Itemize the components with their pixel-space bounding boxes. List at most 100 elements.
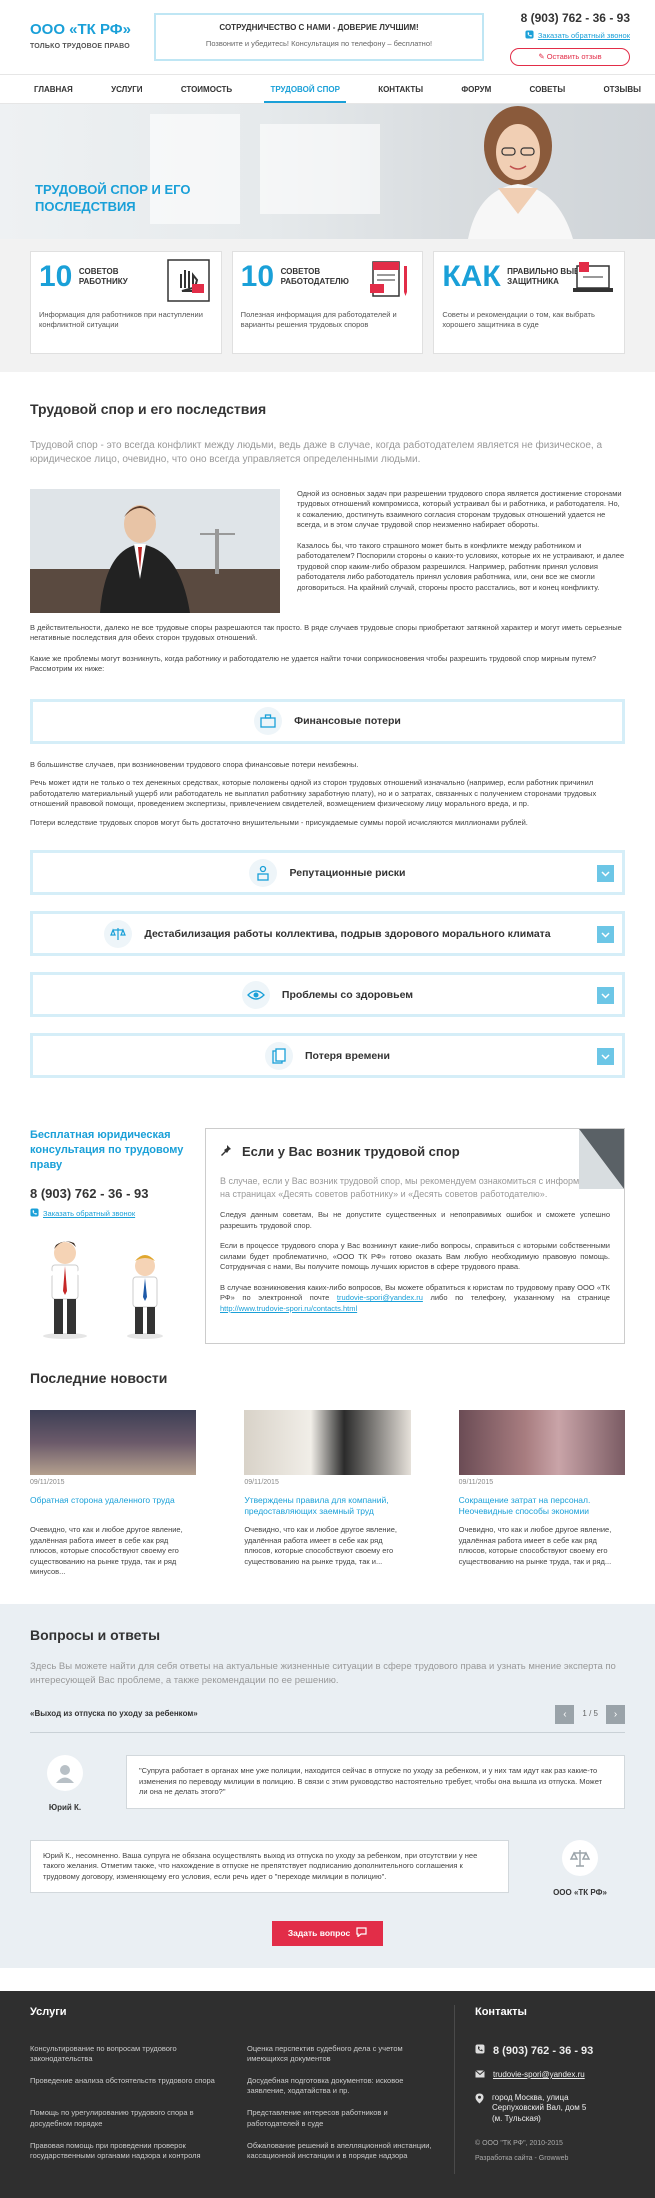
tip-card-lawyer[interactable]: КАК ПРАВИЛЬНО ВЫБРАТЬ ЗАЩИТНИКА Советы и …: [433, 251, 626, 354]
people-illustration: [35, 1240, 163, 1339]
hero-woman-image: [468, 106, 573, 239]
paragraph: Речь может идти не только о тех денежных…: [30, 778, 597, 809]
copyright: © ООО "ТК РФ", 2010-2015: [475, 2139, 563, 2147]
consultation-phone[interactable]: 8 (903) 762 - 36 - 93: [30, 1185, 185, 1203]
document-pen-icon: [370, 261, 408, 297]
review-label: Оставить отзыв: [546, 52, 602, 62]
news-date: 09/11/2015: [30, 1478, 65, 1486]
leave-review-button[interactable]: ✎ Оставить отзыв: [510, 48, 630, 67]
paragraph: В действительности, далеко не все трудов…: [30, 622, 622, 643]
qa-pager: ‹ 1 / 5 ›: [555, 1705, 625, 1725]
footer-service-link[interactable]: Проведение анализа обстоятельств трудово…: [30, 2076, 217, 2096]
prev-arrow-icon[interactable]: ‹: [555, 1705, 575, 1725]
ask-button-wrap: Задать вопрос: [30, 1920, 625, 1947]
ask-question-button[interactable]: Задать вопрос: [271, 1920, 384, 1947]
question-bubble: "Супруга работает в органах мне уже поли…: [126, 1755, 625, 1809]
accordion-title: Дестабилизация работы коллектива, подрыв…: [144, 927, 551, 940]
dispute-advice-box: Если у Вас возник трудовой спор В случае…: [205, 1128, 625, 1344]
accordion-health-problems[interactable]: Проблемы со здоровьем: [30, 972, 625, 1018]
answerer-name: ООО «ТК РФ»: [553, 1887, 607, 1897]
nav-item-home[interactable]: ГЛАВНАЯ: [28, 75, 79, 103]
nav-item-contacts[interactable]: КОНТАКТЫ: [372, 75, 429, 103]
user-icon: [47, 1755, 83, 1792]
pencil-icon: ✎: [538, 52, 545, 62]
chevron-down-icon[interactable]: [597, 987, 614, 1005]
chevron-down-icon[interactable]: [597, 1048, 614, 1066]
accordion-title: Проблемы со здоровьем: [281, 988, 414, 1001]
accordion-financial-losses[interactable]: Финансовые потери: [30, 698, 625, 744]
answerer-avatar: ООО «ТК РФ»: [535, 1839, 625, 1899]
footer-service-link[interactable]: Помощь по урегулированию трудового спора…: [30, 2108, 217, 2128]
nav-item-reviews[interactable]: ОТЗЫВЫ: [597, 75, 647, 103]
promo-title: СОТРУДНИЧЕСТВО С НАМИ - ДОВЕРИЕ ЛУЧШИМ!: [219, 23, 419, 32]
nav-item-services[interactable]: УСЛУГИ: [105, 75, 148, 103]
news-title-link[interactable]: Сокращение затрат на персонал. Неочевидн…: [459, 1495, 625, 1518]
hand-stop-icon: [166, 259, 210, 302]
paragraph: Казалось бы, что такого страшного может …: [297, 540, 625, 592]
footer-services-title: Услуги: [30, 2006, 67, 2019]
news-excerpt: Очевидно, что как и любое другое явление…: [458, 1525, 612, 1566]
qa-section: Вопросы и ответы Здесь Вы можете найти д…: [0, 1603, 655, 1969]
footer-phone[interactable]: 8 (903) 762 - 36 - 93: [493, 2044, 593, 2059]
news-list: 09/11/2015 Обратная сторона удаленного т…: [30, 1409, 625, 1578]
news-image-presenter[interactable]: [458, 1409, 625, 1475]
qa-answer: Юрий К., несомненно. Ваша супруга не обя…: [30, 1839, 625, 1899]
footer-service-link[interactable]: Обжалование решений в апелляционной инст…: [247, 2141, 434, 2161]
phone-icon: [475, 2044, 485, 2058]
footer-service-link[interactable]: Правовая помощь при проведении проверок …: [30, 2141, 217, 2161]
accordion-time-loss[interactable]: Потеря времени: [30, 1033, 625, 1079]
location-pin-icon: [475, 2093, 484, 2108]
contacts-page-link[interactable]: http://www.trudovie-spori.ru/contacts.ht…: [220, 1304, 357, 1313]
callback-label: Заказать обратный звонок: [537, 31, 630, 41]
main-nav: ГЛАВНАЯ УСЛУГИ СТОИМОСТЬ ТРУДОВОЙ СПОР К…: [0, 75, 655, 104]
news-heading: Последние новости: [30, 1369, 168, 1386]
mail-icon: [475, 2069, 485, 2082]
pager-status: 1 / 5: [582, 1709, 598, 1719]
hero-bg-window: [260, 124, 380, 214]
laptop-icon: [573, 262, 614, 292]
accordion-team-destabilization[interactable]: Дестабилизация работы коллектива, подрыв…: [30, 911, 625, 957]
tip-card-employee[interactable]: 10 СОВЕТОВ РАБОТНИКУ Информация для работ…: [30, 251, 222, 354]
callback-label: Заказать обратный звонок: [43, 1209, 136, 1219]
header-phone[interactable]: 8 (903) 762 - 36 - 93: [510, 10, 630, 26]
paragraph: Одной из основных задач при разрешении т…: [297, 488, 622, 530]
chevron-down-icon[interactable]: [597, 865, 614, 883]
footer-service-link[interactable]: Оценка перспектив судебного дела с учето…: [247, 2044, 434, 2064]
logo-name: ООО «ТК РФ»: [30, 21, 131, 38]
nav-item-forum[interactable]: ФОРУМ: [455, 75, 497, 103]
tip-number: 10: [39, 260, 73, 293]
developer-credit[interactable]: Разработка сайта - Growweb: [475, 2154, 625, 2163]
consultation-section: Бесплатная юридическая консультация по т…: [30, 1128, 625, 1344]
accordion-title: Финансовые потери: [294, 715, 401, 728]
nav-item-pricing[interactable]: СТОИМОСТЬ: [175, 75, 238, 103]
next-arrow-icon[interactable]: ›: [606, 1705, 625, 1725]
tip-card-employer[interactable]: 10 СОВЕТОВ РАБОТОДАТЕЛЮ Полезная информац…: [231, 251, 424, 354]
footer-email-row: trudovie-spori@yandex.ru: [475, 2070, 625, 2082]
answer-bubble: Юрий К., несомненно. Ваша супруга не обя…: [30, 1839, 509, 1894]
qa-question-row: «Выход из отпуска по уходу за ребенком» …: [30, 1705, 625, 1725]
news-excerpt: Очевидно, что как и любое другое явление…: [30, 1525, 183, 1577]
news-title-link[interactable]: Утверждены правила для компаний, предост…: [244, 1495, 410, 1518]
email-link[interactable]: trudovie-spori@yandex.ru: [337, 1293, 423, 1302]
callback-link[interactable]: Заказать обратный звонок: [30, 1208, 185, 1220]
logo[interactable]: ООО «ТК РФ» ТОЛЬКО ТРУДОВОЕ ПРАВО: [30, 20, 131, 52]
footer-service-link[interactable]: Досудебная подготовка документов: исково…: [247, 2076, 434, 2096]
news-image-conference[interactable]: [30, 1409, 197, 1475]
footer-address: город Москва, улица Серпуховский Вал, до…: [492, 2092, 587, 2124]
tip-description: Полезная информация для работодателей и …: [240, 310, 397, 330]
qa-question: Юрий К. "Супруга работает в органах мне …: [30, 1755, 625, 1814]
accordion-reputation-risks[interactable]: Репутационные риски: [30, 850, 625, 896]
footer-service-link[interactable]: Консультирование по вопросам трудового з…: [30, 2044, 217, 2064]
chevron-down-icon[interactable]: [597, 926, 614, 944]
news-image-women[interactable]: [244, 1409, 411, 1475]
promo-subtitle: Позвоните и убедитесь! Консультация по т…: [205, 38, 433, 48]
footer-services: Услуги Консультирование по вопросам труд…: [30, 2005, 455, 2175]
nav-item-tips[interactable]: СОВЕТЫ: [524, 75, 572, 103]
news-title-link[interactable]: Обратная сторона удаленного труда: [30, 1495, 196, 1518]
nav-item-labor-dispute[interactable]: ТРУДОВОЙ СПОР: [264, 75, 346, 103]
footer-email[interactable]: trudovie-spori@yandex.ru: [493, 2070, 585, 2081]
footer-service-link[interactable]: Представление интересов работников и раб…: [247, 2108, 434, 2128]
article: Трудовой спор и его последствия Трудовой…: [0, 372, 655, 1578]
callback-link[interactable]: Заказать обратный звонок: [510, 30, 630, 42]
tip-label: СОВЕТОВ РАБОТНИКУ: [78, 266, 128, 286]
